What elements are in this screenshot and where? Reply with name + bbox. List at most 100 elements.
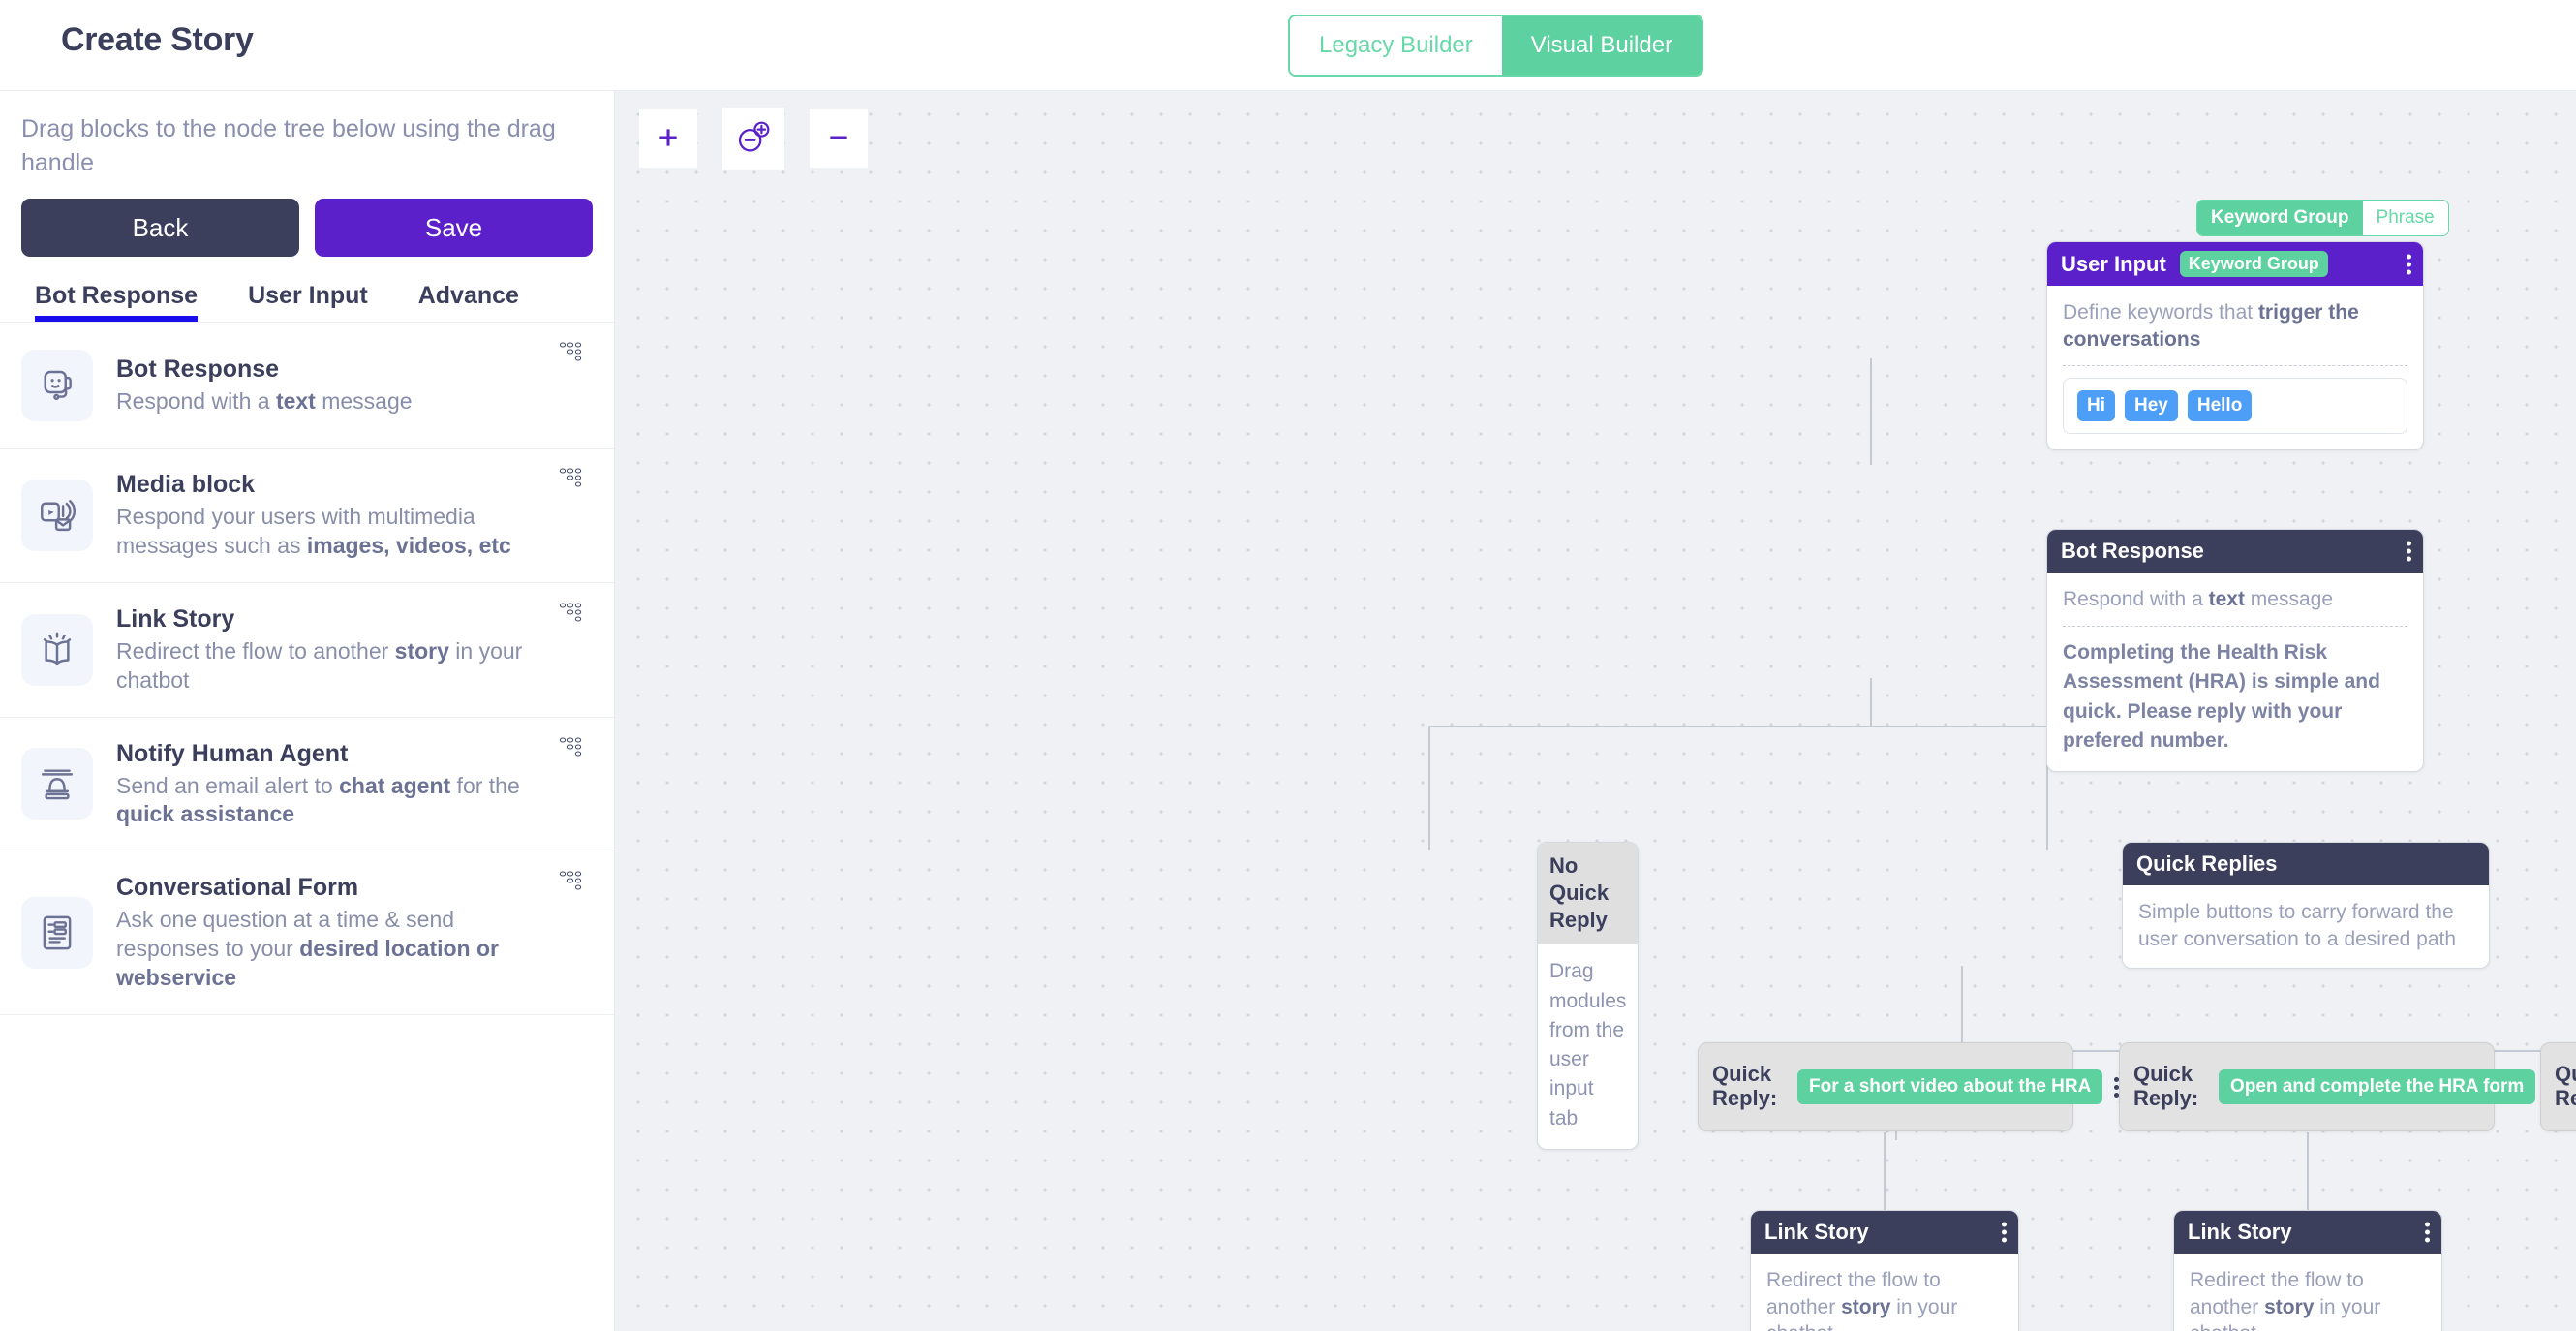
node-badge-keyword-group: Keyword Group [2180, 251, 2328, 277]
block-item-conversational-form[interactable]: Conversational Form Ask one question at … [0, 851, 614, 1015]
phrase-tab[interactable]: Phrase [2363, 201, 2448, 235]
block-item-link-story[interactable]: Link Story Redirect the flow to another … [0, 583, 614, 718]
node-body: Simple buttons to carry forward the user… [2123, 885, 2489, 968]
connector-userinput-botresponse [1870, 358, 1872, 465]
block-title: Bot Response [116, 355, 544, 384]
zoom-reset-button[interactable] [722, 108, 784, 170]
keyword-group-tab[interactable]: Keyword Group [2197, 201, 2363, 235]
block-desc: Redirect the flow to another story in yo… [116, 637, 544, 696]
tab-advance[interactable]: Advance [418, 282, 519, 322]
node-menu-icon[interactable] [2002, 1223, 2007, 1243]
zoom-reset-icon [735, 119, 772, 159]
quick-reply-label: Quick Reply: [2133, 1063, 2219, 1110]
drag-hint-text: Drag blocks to the node tree below using… [0, 91, 614, 179]
node-header: Link Story [1751, 1211, 2018, 1254]
bot-icon [21, 350, 93, 421]
node-body: Redirect the flow to another story in yo… [1751, 1254, 2018, 1331]
connector-qr1-linkstory1 [1884, 1132, 1886, 1217]
node-header: Quick Replies [2123, 843, 2489, 885]
block-title: Link Story [116, 604, 544, 634]
node-menu-icon[interactable] [2407, 254, 2411, 274]
drag-handle-icon[interactable] [556, 867, 589, 900]
zoom-controls [639, 109, 868, 170]
divider [2063, 626, 2407, 627]
page-title: Create Story [61, 21, 254, 59]
node-description: Redirect the flow to another story in yo… [2190, 1267, 2426, 1331]
blocks-sidebar: Drag blocks to the node tree below using… [0, 91, 615, 1331]
node-quick-replies[interactable]: Quick Replies Simple buttons to carry fo… [2122, 842, 2490, 969]
node-title: Link Story [1764, 1220, 1869, 1245]
block-text: Media block Respond your users with mult… [116, 470, 593, 561]
block-item-media-block[interactable]: Media block Respond your users with mult… [0, 449, 614, 583]
node-title: Quick Replies [2136, 851, 2278, 877]
drag-handle-icon[interactable] [556, 464, 589, 497]
node-bot-response[interactable]: Bot Response Respond with a text message… [2046, 529, 2424, 772]
quick-reply-value: For a short video about the HRA [1797, 1069, 2102, 1104]
node-menu-icon[interactable] [2407, 542, 2411, 562]
node-header: Link Story [2174, 1211, 2441, 1254]
connector-qr2-linkstory2 [2307, 1132, 2309, 1217]
node-link-story-1[interactable]: Link Story Redirect the flow to another … [1750, 1210, 2019, 1331]
block-item-bot-response[interactable]: Bot Response Respond with a text message [0, 323, 614, 449]
node-title: Link Story [2188, 1220, 2292, 1245]
bot-response-message: Completing the Health Risk Assessment (H… [2063, 638, 2407, 757]
keyword-chip[interactable]: Hi [2077, 390, 2115, 421]
quick-reply-label: Quick Reply: [1712, 1063, 1797, 1110]
divider [2063, 365, 2407, 366]
node-body: Redirect the flow to another story in yo… [2174, 1254, 2441, 1331]
node-header: User Input Keyword Group [2047, 242, 2423, 286]
zoom-in-button[interactable] [639, 109, 697, 168]
node-user-input[interactable]: User Input Keyword Group Define keywords… [2046, 241, 2424, 450]
builder-mode-toggle[interactable]: Legacy Builder Visual Builder [1288, 15, 1703, 77]
sidebar-actions: Back Save [0, 179, 614, 257]
legacy-builder-tab[interactable]: Legacy Builder [1290, 16, 1502, 75]
node-quick-reply-2[interactable]: Quick Reply: Open and complete the HRA f… [2119, 1042, 2495, 1131]
block-title: Conversational Form [116, 873, 544, 902]
plus-icon [656, 125, 681, 153]
body-row: Drag blocks to the node tree below using… [0, 91, 2576, 1331]
minus-icon [826, 125, 851, 153]
quick-reply-label: Quick Reply: [2555, 1063, 2576, 1110]
node-description: Define keywords that trigger the convers… [2063, 299, 2407, 353]
keyword-phrase-toggle[interactable]: Keyword Group Phrase [2196, 200, 2449, 236]
node-quick-reply-3[interactable]: Quick Reply: Contact Ortele for live ass… [2540, 1042, 2576, 1131]
media-icon [21, 480, 93, 551]
drag-handle-icon[interactable] [556, 733, 589, 766]
node-body-text: Drag modules from the user input tab [1538, 944, 1638, 1148]
block-text: Conversational Form Ask one question at … [116, 873, 593, 993]
block-desc: Respond your users with multimedia messa… [116, 503, 544, 561]
node-link-story-2[interactable]: Link Story Redirect the flow to another … [2173, 1210, 2442, 1331]
node-title: Bot Response [2061, 539, 2204, 564]
drag-handle-icon[interactable] [556, 338, 589, 371]
keyword-chip-list[interactable]: Hi Hey Hello [2063, 378, 2407, 434]
flow-canvas[interactable]: Keyword Group Phrase User Input Keyword … [615, 91, 2576, 1331]
zoom-out-button[interactable] [810, 109, 868, 168]
connector-botresponse-stem [1870, 678, 1872, 726]
keyword-chip[interactable]: Hey [2125, 390, 2178, 421]
drag-handle-icon[interactable] [556, 599, 589, 632]
tab-user-input[interactable]: User Input [248, 282, 368, 322]
node-menu-icon[interactable] [2425, 1223, 2430, 1243]
connector-to-no-quick-reply [1428, 726, 1430, 850]
connector-split-bar [1428, 726, 2048, 727]
book-icon [21, 614, 93, 686]
block-desc: Ask one question at a time & send respon… [116, 906, 544, 993]
node-description: Respond with a text message [2063, 586, 2407, 613]
block-item-notify-human-agent[interactable]: Notify Human Agent Send an email alert t… [0, 718, 614, 852]
node-description: Redirect the flow to another story in yo… [1766, 1267, 2003, 1331]
keyword-chip[interactable]: Hello [2188, 390, 2252, 421]
node-title: User Input [2061, 252, 2166, 277]
block-text: Link Story Redirect the flow to another … [116, 604, 593, 696]
create-story-page: Create Story Legacy Builder Visual Build… [0, 0, 2576, 1331]
save-button[interactable]: Save [315, 199, 593, 257]
back-button[interactable]: Back [21, 199, 299, 257]
node-body: Respond with a text message Completing t… [2047, 573, 2423, 771]
node-description: Simple buttons to carry forward the user… [2138, 899, 2473, 952]
tab-bot-response[interactable]: Bot Response [35, 282, 198, 322]
node-title: No Quick Reply [1538, 843, 1638, 944]
node-no-quick-reply[interactable]: No Quick Reply Drag modules from the use… [1537, 842, 1639, 1150]
node-quick-reply-1[interactable]: Quick Reply: For a short video about the… [1698, 1042, 2073, 1131]
block-desc: Send an email alert to chat agent for th… [116, 772, 544, 830]
block-list: Bot Response Respond with a text message [0, 323, 614, 1015]
visual-builder-tab[interactable]: Visual Builder [1502, 16, 1702, 75]
